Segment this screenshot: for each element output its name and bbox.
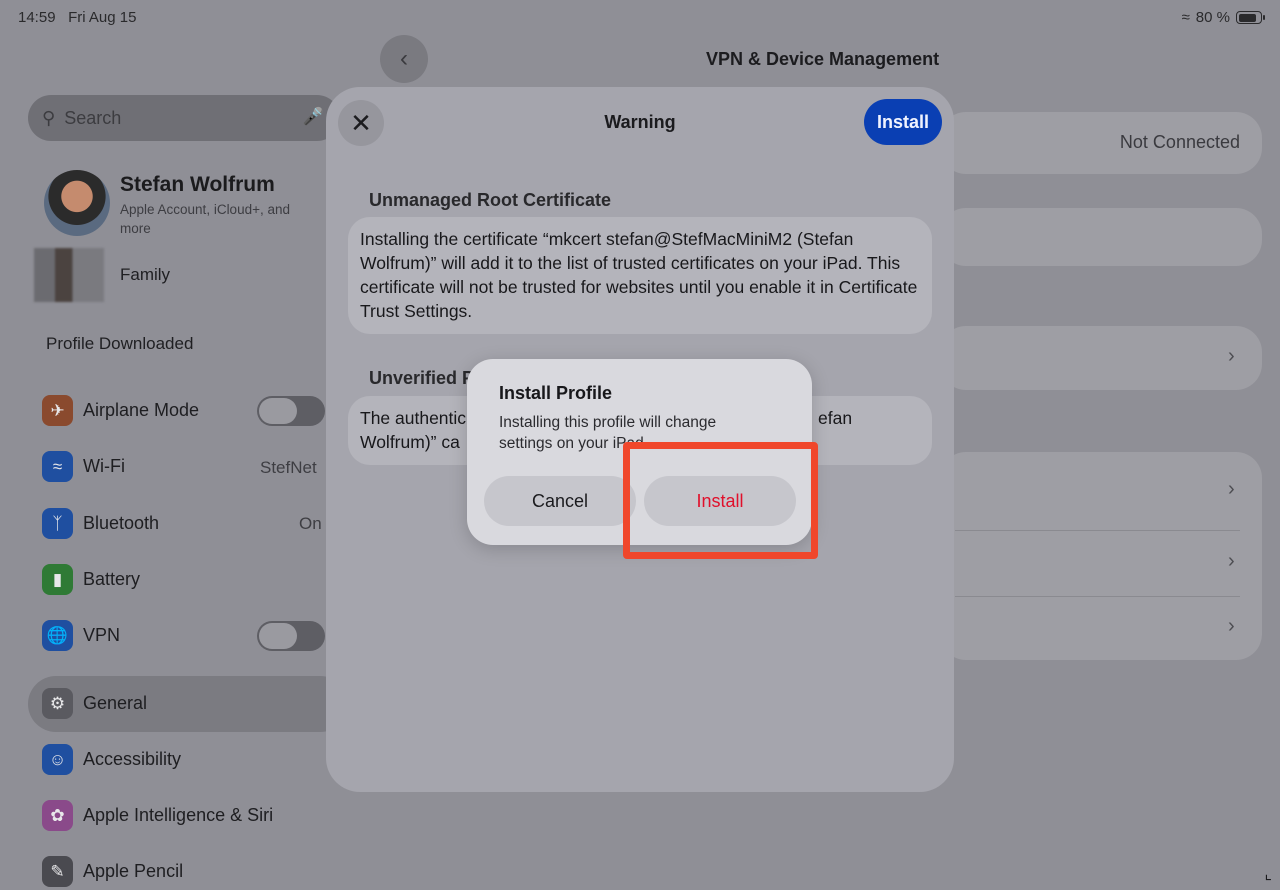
search-icon: ⚲ [42,107,56,128]
chevron-right-icon: › [1228,550,1235,572]
sidebar: ⚲ Search 🎤 Stefan Wolfrum Apple Account,… [0,0,348,890]
profile-row[interactable]: Stefan Wolfrum Apple Account, iCloud+, a… [44,170,290,238]
airplane-icon: ✈ [42,395,73,426]
divider [955,530,1240,531]
alert-title: Install Profile [499,383,613,403]
sidebar-item-general[interactable]: ⚙ General [42,688,147,719]
status-right: ≈ 80 % [1181,9,1265,26]
sidebar-item-airplane-mode[interactable]: ✈ Airplane Mode [42,395,199,426]
sidebar-item-label: Battery [83,569,141,589]
sidebar-item-battery[interactable]: ▮ Battery [42,564,140,595]
battery-status-icon [1236,11,1265,24]
cancel-button[interactable]: Cancel [484,476,636,526]
search-placeholder: Search [64,107,122,128]
annotation-highlight-box [623,442,818,559]
chevron-right-icon: › [1228,615,1235,637]
pencil-icon: ✎ [42,856,73,887]
sheet-install-button[interactable]: Install [864,99,942,145]
back-button[interactable]: ‹ [380,35,428,83]
corner-resize-icon: ⌞ [1264,866,1273,883]
gear-icon: ⚙ [42,688,73,719]
sidebar-item-label: Apple Intelligence & Siri [83,805,274,825]
section-heading-unverified: Unverified P [369,368,475,388]
bluetooth-value: On [299,514,322,533]
detail-card-2[interactable] [940,208,1262,266]
bluetooth-icon: ᛉ [42,508,73,539]
battery-percent: 80 % [1195,9,1230,26]
detail-card-4 [940,452,1262,660]
avatar [44,170,110,236]
sidebar-item-bluetooth[interactable]: ᛉ Bluetooth [42,508,159,539]
divider [955,596,1240,597]
sidebar-item-apple-pencil[interactable]: ✎ Apple Pencil [42,856,183,887]
vpn-toggle[interactable] [257,621,325,651]
family-label: Family [120,265,171,284]
profile-downloaded-item[interactable]: Profile Downloaded [46,334,193,354]
sidebar-item-vpn[interactable]: 🌐 VPN [42,620,120,651]
unverified-text-line1-end: efan [818,408,853,428]
vpn-status-value: Not Connected [1119,132,1240,152]
profile-name: Stefan Wolfrum [120,173,275,196]
search-field[interactable]: ⚲ Search 🎤 [28,95,340,141]
section-heading-root-certificate: Unmanaged Root Certificate [369,190,612,210]
wifi-value: StefNet [260,458,317,477]
family-row[interactable]: Family [34,248,170,302]
sidebar-item-label: Wi-Fi [83,456,125,476]
profile-subtitle: Apple Account, iCloud+, and more [120,202,290,236]
sidebar-item-label: Accessibility [83,749,182,769]
sidebar-item-label: Airplane Mode [83,400,200,420]
microphone-icon[interactable]: 🎤 [303,107,324,127]
sidebar-item-label: VPN [83,625,121,645]
airplane-mode-toggle[interactable] [257,396,325,426]
sidebar-item-apple-intelligence[interactable]: ✿ Apple Intelligence & Siri [42,800,273,831]
vpn-icon: 🌐 [42,620,73,651]
accessibility-icon: ☺ [42,744,73,775]
page-title: VPN & Device Management [706,49,940,69]
siri-icon: ✿ [42,800,73,831]
root-certificate-description: Installing the certificate “mkcert stefa… [348,217,932,334]
sidebar-item-label: Apple Pencil [83,861,184,881]
chevron-left-icon: ‹ [400,45,408,72]
sidebar-item-label: General [83,693,148,713]
detail-card-3[interactable] [940,326,1262,390]
unverified-text-line1: The authentic [360,408,467,428]
sidebar-item-accessibility[interactable]: ☺ Accessibility [42,744,181,775]
sheet-title: Warning [604,112,676,132]
battery-icon: ▮ [42,564,73,595]
wifi-status-icon: ≈ [1181,9,1190,26]
sidebar-item-wifi[interactable]: ≈ Wi-Fi [42,451,125,482]
chevron-right-icon: › [1228,478,1235,500]
unverified-text-line2: Wolfrum)” ca [360,432,460,452]
family-avatars [34,248,104,302]
chevron-right-icon: › [1228,345,1235,367]
wifi-icon: ≈ [42,451,73,482]
sidebar-item-label: Bluetooth [83,513,160,533]
